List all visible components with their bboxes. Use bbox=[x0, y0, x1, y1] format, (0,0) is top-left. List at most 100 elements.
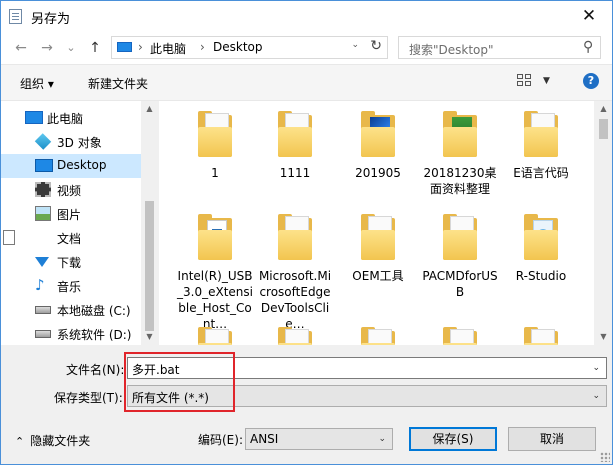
folder-icon bbox=[524, 214, 558, 260]
nav-item[interactable]: 系统软件 (D:) bbox=[1, 322, 141, 346]
navigation-pane: 此电脑 3D 对象 Desktop 视频图片文档下载 ♪ 音乐本地磁盘 (C:) 系统软件 … bbox=[1, 101, 158, 345]
breadcrumb-separator[interactable]: › bbox=[200, 40, 205, 54]
nav-scrollbar[interactable]: ▲ ▼ bbox=[141, 101, 158, 345]
folder-icon bbox=[278, 214, 312, 260]
address-row: ← → ⌄ ↑ › 此电脑 › Desktop ⌄ ↻ 搜索"Desktop" … bbox=[1, 32, 612, 64]
nav-item[interactable]: Desktop bbox=[1, 154, 141, 178]
chevron-down-icon[interactable]: ⌄ bbox=[592, 363, 600, 373]
folder-label: 20181230桌面资料整理 bbox=[423, 166, 497, 196]
drive-icon bbox=[35, 330, 51, 338]
nav-item-label: Desktop bbox=[57, 158, 107, 172]
folder-label: 1 bbox=[211, 166, 219, 180]
nav-item-label: 此电脑 bbox=[47, 112, 84, 126]
nav-item-label: 视频 bbox=[57, 184, 82, 198]
download-icon bbox=[35, 257, 49, 267]
folder-label: E语言代码 bbox=[513, 166, 569, 180]
video-icon bbox=[35, 182, 51, 197]
nav-item-label: 3D 对象 bbox=[57, 136, 102, 150]
breadcrumb-separator[interactable]: › bbox=[138, 40, 143, 54]
encoding-value: ANSI bbox=[250, 432, 279, 446]
filename-label: 文件名(N): bbox=[66, 363, 125, 377]
highlight-box bbox=[124, 352, 235, 412]
folder-icon bbox=[198, 327, 232, 345]
search-input[interactable]: 搜索"Desktop" ⚲ bbox=[398, 36, 601, 59]
save-button[interactable]: 保存(S) bbox=[409, 427, 497, 451]
view-options-dropdown[interactable]: ▼ bbox=[543, 76, 550, 86]
nav-scroll-thumb[interactable] bbox=[145, 201, 154, 331]
hide-folders-button[interactable]: ⌃ 隐藏文件夹 bbox=[15, 432, 90, 449]
folder-label: OEM工具 bbox=[352, 269, 404, 283]
nav-item-label: 音乐 bbox=[57, 280, 82, 294]
folder-label: Microsoft.MicrosoftEdgeDevToolsClie… bbox=[258, 269, 332, 331]
folder-icon bbox=[361, 214, 395, 260]
cancel-button[interactable]: 取消 bbox=[508, 427, 596, 451]
nav-item[interactable]: 此电脑 bbox=[1, 106, 141, 130]
address-bar[interactable]: › 此电脑 › Desktop ⌄ ↻ bbox=[111, 36, 388, 59]
nav-item[interactable]: ♪ 音乐 bbox=[1, 274, 141, 298]
content-scroll-down[interactable]: ▼ bbox=[595, 332, 612, 341]
chevron-down-icon[interactable]: ⌄ bbox=[378, 434, 386, 444]
address-dropdown-button[interactable]: ⌄ bbox=[351, 40, 359, 50]
chevron-down-icon[interactable]: ⌄ bbox=[592, 391, 600, 401]
close-button[interactable]: ✕ bbox=[566, 1, 612, 32]
folder-icon bbox=[524, 111, 558, 157]
chevron-up-icon: ⌃ bbox=[15, 435, 25, 448]
nav-item-label: 下载 bbox=[57, 256, 82, 270]
new-folder-button[interactable]: 新建文件夹 bbox=[88, 75, 148, 92]
folder-label: R-Studio bbox=[515, 269, 567, 283]
encoding-label: 编码(E): bbox=[198, 433, 243, 447]
content-scroll-up[interactable]: ▲ bbox=[595, 104, 612, 113]
nav-item[interactable]: 图片 bbox=[1, 202, 141, 226]
hide-folders-label: 隐藏文件夹 bbox=[30, 434, 91, 448]
breadcrumb-desktop[interactable]: Desktop bbox=[213, 40, 263, 54]
nav-scroll-down[interactable]: ▼ bbox=[141, 332, 158, 341]
title-bar: 另存为 ✕ bbox=[1, 1, 612, 32]
nav-item[interactable]: 文档 bbox=[1, 226, 141, 250]
music-icon: ♪ bbox=[35, 276, 45, 294]
refresh-button[interactable]: ↻ bbox=[370, 38, 382, 54]
content-scroll-thumb[interactable] bbox=[599, 119, 608, 139]
nav-item[interactable]: 视频 bbox=[1, 178, 141, 202]
desktop-icon bbox=[35, 159, 53, 172]
folder-icon bbox=[278, 327, 312, 345]
folder-icon bbox=[443, 111, 477, 157]
search-placeholder: 搜索"Desktop" bbox=[409, 43, 494, 57]
encoding-select[interactable]: ANSI ⌄ bbox=[245, 428, 393, 450]
folder-icon bbox=[443, 214, 477, 260]
filetype-label: 保存类型(T): bbox=[54, 391, 123, 405]
nav-item-label: 图片 bbox=[57, 208, 82, 222]
window-title: 另存为 bbox=[31, 12, 71, 27]
resize-grip[interactable] bbox=[600, 452, 610, 462]
document-icon bbox=[3, 230, 15, 245]
folder-icon bbox=[198, 214, 232, 260]
folder-icon bbox=[361, 111, 395, 157]
nav-item-label: 本地磁盘 (C:) bbox=[57, 304, 131, 318]
search-icon[interactable]: ⚲ bbox=[583, 39, 593, 55]
nav-item[interactable]: 本地磁盘 (C:) bbox=[1, 298, 141, 322]
back-button[interactable]: ← bbox=[11, 38, 31, 58]
up-button[interactable]: ↑ bbox=[85, 38, 105, 58]
pc-icon bbox=[117, 42, 132, 52]
content-scrollbar[interactable]: ▲ ▼ bbox=[595, 101, 612, 345]
picture-icon bbox=[35, 206, 51, 221]
recent-locations-button[interactable]: ⌄ bbox=[61, 38, 81, 58]
organize-button[interactable]: 组织 ▾ bbox=[20, 75, 54, 92]
drive-icon bbox=[35, 306, 51, 314]
file-list: 1 1111 201905 20181230桌面资料整理 E语言代码 Intel(R)_U… bbox=[159, 101, 594, 345]
breadcrumb-this-pc[interactable]: 此电脑 bbox=[150, 40, 186, 57]
cube-icon bbox=[34, 133, 52, 150]
toolbar: 组织 ▾ 新建文件夹 ▼ ? bbox=[1, 64, 612, 101]
nav-scroll-up[interactable]: ▲ bbox=[141, 104, 158, 113]
view-icon[interactable] bbox=[517, 74, 533, 88]
folder-label: Intel(R)_USB_3.0_eXtensible_Host_Cont… bbox=[177, 269, 253, 331]
nav-item[interactable]: 下载 bbox=[1, 250, 141, 274]
folder-icon bbox=[524, 327, 558, 345]
help-icon[interactable]: ? bbox=[583, 73, 599, 89]
folder-label: 201905 bbox=[355, 166, 401, 180]
notepad-icon bbox=[9, 9, 22, 24]
nav-item[interactable]: 3D 对象 bbox=[1, 130, 141, 154]
nav-item-label: 系统软件 (D:) bbox=[57, 328, 132, 342]
nav-item-label: 文档 bbox=[57, 232, 82, 246]
folder-icon bbox=[278, 111, 312, 157]
forward-button[interactable]: → bbox=[37, 38, 57, 58]
